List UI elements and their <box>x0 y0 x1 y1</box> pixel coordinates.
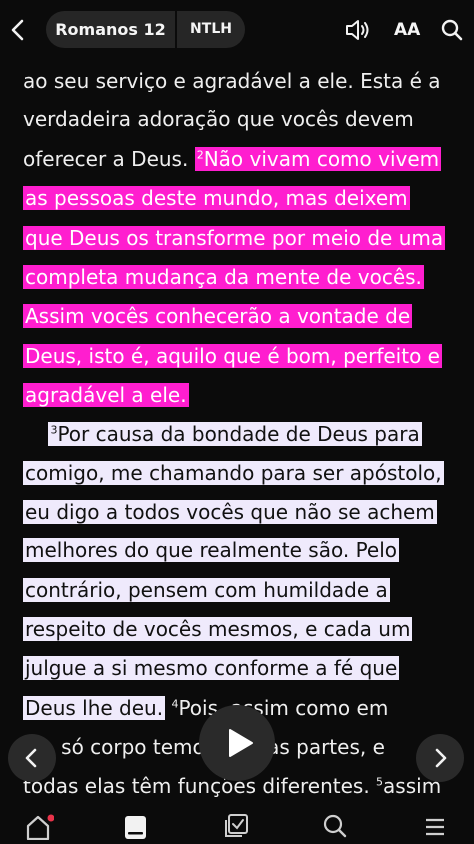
verse-text[interactable] <box>23 422 48 446</box>
notification-dot <box>47 814 55 822</box>
verse-text[interactable]: verdadeira adoração que vocês devem <box>23 107 414 131</box>
verse-text-run: contrário, pensem com humildade a <box>25 578 388 602</box>
back-button[interactable] <box>6 15 30 45</box>
verse-text-run: eu digo a todos vocês que não se achem <box>25 500 435 524</box>
verse-line[interactable]: completa mudança da mente de vocês. <box>23 259 424 295</box>
verse-line[interactable]: que Deus os transforme por meio de uma <box>23 220 446 256</box>
verse-line[interactable]: respeito de vocês mesmos, e cada um <box>23 611 413 647</box>
highlighted-verse-text[interactable]: respeito de vocês mesmos, e cada um <box>23 617 413 641</box>
verse-line[interactable]: agradável a ele. <box>23 377 189 413</box>
verse-text-run: agradável a ele. <box>25 383 187 407</box>
verse-text-run: melhores do que realmente são. Pelo <box>25 538 398 562</box>
verse-line[interactable]: Deus, isto é, aquilo que é bom, perfeito… <box>23 338 442 374</box>
search-button[interactable] <box>440 18 464 42</box>
verse-line[interactable]: Assim vocês conhecerão a vontade de <box>23 298 413 334</box>
verse-text-run: oferecer a Deus. <box>23 147 195 171</box>
verse-text-run: Por causa da bondade de Deus para <box>57 422 420 446</box>
highlighted-verse-text[interactable]: Deus, isto é, aquilo que é bom, perfeito… <box>23 344 442 368</box>
verse-text[interactable]: oferecer a Deus. <box>23 147 195 171</box>
highlighted-verse-text[interactable]: 2Não vivam como vivem <box>194 147 442 171</box>
next-chapter-button[interactable] <box>416 734 464 782</box>
verse-text-run: Deus lhe deu. <box>25 696 164 720</box>
version-button[interactable]: NTLH <box>177 11 245 48</box>
highlighted-verse-text[interactable]: eu digo a todos vocês que não se achem <box>23 500 437 524</box>
verse-line[interactable]: oferecer a Deus. 2Não vivam como vivem <box>23 141 442 177</box>
verse-line[interactable]: melhores do que realmente são. Pelo <box>23 532 400 568</box>
verse-text-run: respeito de vocês mesmos, e cada um <box>25 617 411 641</box>
verse-number: 2 <box>196 148 204 162</box>
verse-number: 5 <box>376 775 384 789</box>
verse-text-run: as pessoas deste mundo, mas deixem <box>25 186 408 210</box>
verse-line[interactable]: comigo, me chamando para ser apóstolo, <box>23 455 444 491</box>
verse-line[interactable]: as pessoas deste mundo, mas deixem <box>23 180 410 216</box>
font-size-button[interactable]: AA <box>394 17 424 43</box>
highlighted-verse-text[interactable]: Assim vocês conhecerão a vontade de <box>23 304 413 328</box>
verse-line[interactable]: ao seu serviço e agradável a ele. Esta é… <box>23 63 441 99</box>
home-icon <box>26 814 55 841</box>
verse-text[interactable]: ao seu serviço e agradável a ele. Esta é… <box>23 69 441 93</box>
verse-text-run: ao seu serviço e agradável a ele. Esta é… <box>23 69 441 93</box>
play-audio-button[interactable] <box>199 705 275 781</box>
search-icon <box>323 814 347 838</box>
verse-text-run <box>23 422 48 446</box>
highlighted-verse-text[interactable]: julgue a si mesmo conforme a fé que <box>23 656 400 680</box>
previous-chapter-button[interactable] <box>8 734 56 782</box>
reference-selector: Romanos 12 NTLH <box>46 11 245 48</box>
verse-line[interactable]: julgue a si mesmo conforme a fé que <box>23 650 400 686</box>
chevron-left-icon <box>25 748 37 768</box>
chapter-text[interactable]: ao seu serviço e agradável a ele. Esta é… <box>0 60 474 810</box>
bible-icon <box>125 816 146 839</box>
verse-text-run: Deus, isto é, aquilo que é bom, perfeito… <box>25 344 440 368</box>
book-chapter-button[interactable]: Romanos 12 <box>46 11 175 48</box>
menu-icon <box>426 818 444 836</box>
highlighted-verse-text[interactable]: 3Por causa da bondade de Deus para <box>48 422 422 446</box>
tab-bible[interactable] <box>120 812 150 840</box>
speaker-icon <box>346 20 369 40</box>
highlighted-verse-text[interactable]: que Deus os transforme por meio de uma <box>23 226 446 250</box>
verse-text-run: verdadeira adoração que vocês devem <box>23 107 414 131</box>
highlighted-verse-text[interactable]: completa mudança da mente de vocês. <box>23 265 424 289</box>
verse-line[interactable]: verdadeira adoração que vocês devem <box>23 101 414 137</box>
audio-button[interactable] <box>344 18 372 42</box>
checklist-icon <box>225 814 248 837</box>
verse-line[interactable]: eu digo a todos vocês que não se achem <box>23 494 437 530</box>
verse-line[interactable]: contrário, pensem com humildade a <box>23 572 390 608</box>
verse-text-run: completa mudança da mente de vocês. <box>25 265 422 289</box>
verse-text-run: julgue a si mesmo conforme a fé que <box>25 656 398 680</box>
search-icon <box>441 19 463 41</box>
verse-line[interactable]: 3Por causa da bondade de Deus para <box>23 416 422 452</box>
highlighted-verse-text[interactable]: Deus lhe deu. <box>23 696 166 720</box>
verse-text-run: comigo, me chamando para ser apóstolo, <box>25 461 442 485</box>
tab-discover[interactable] <box>320 812 350 840</box>
highlighted-verse-text[interactable]: as pessoas deste mundo, mas deixem <box>23 186 410 210</box>
highlighted-verse-text[interactable]: contrário, pensem com humildade a <box>23 578 390 602</box>
bottom-tab-bar <box>0 810 474 841</box>
tab-home[interactable] <box>24 812 55 841</box>
chevron-right-icon <box>435 748 447 768</box>
verse-text-run: Assim vocês conhecerão a vontade de <box>25 304 411 328</box>
verse-text-run: que Deus os transforme por meio de uma <box>25 226 444 250</box>
tab-more[interactable] <box>420 812 450 840</box>
verse-text-run: Não vivam como vivem <box>203 147 440 171</box>
highlighted-verse-text[interactable]: agradável a ele. <box>23 383 189 407</box>
tab-plans[interactable] <box>222 812 252 840</box>
play-icon <box>229 729 253 757</box>
top-bar: Romanos 12 NTLH AA <box>0 0 474 60</box>
highlighted-verse-text[interactable]: comigo, me chamando para ser apóstolo, <box>23 461 444 485</box>
chevron-left-icon <box>11 19 24 41</box>
highlighted-verse-text[interactable]: melhores do que realmente são. Pelo <box>23 538 400 562</box>
